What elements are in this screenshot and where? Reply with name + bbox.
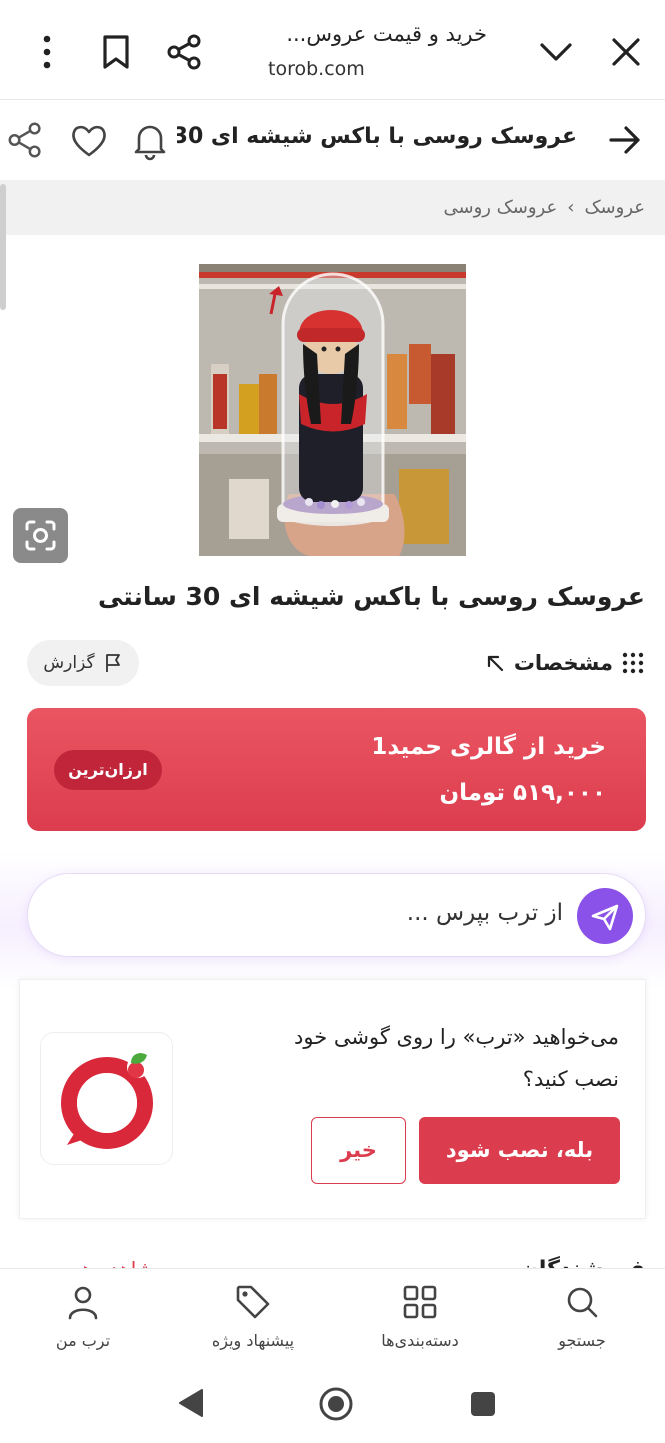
breadcrumb: عروسک › عروسک روسی <box>0 180 665 235</box>
share-icon[interactable] <box>5 119 47 161</box>
chevron-down-icon[interactable] <box>534 30 578 74</box>
breadcrumb-item[interactable]: عروسک <box>584 197 645 218</box>
recents-square-icon[interactable] <box>469 1390 497 1418</box>
nav-label: ترب من <box>55 1331 111 1350</box>
camera-scan-icon <box>22 517 59 554</box>
breadcrumb-item[interactable]: عروسک روسی <box>443 197 557 218</box>
specs-grid-icon <box>621 651 645 675</box>
flag-icon <box>103 653 123 673</box>
more-vertical-icon[interactable] <box>25 30 69 74</box>
system-navigation-bar <box>0 1370 665 1443</box>
install-no-button[interactable]: خیر <box>311 1117 406 1184</box>
share-icon[interactable] <box>163 30 207 74</box>
cheapest-badge: ارزان‌ترین <box>54 750 162 790</box>
image-search-button[interactable] <box>13 508 68 563</box>
scroll-indicator[interactable] <box>0 184 6 310</box>
search-icon <box>563 1283 601 1321</box>
nav-label: جستجو <box>558 1331 606 1350</box>
specs-label: مشخصات <box>513 651 613 675</box>
user-icon <box>64 1283 102 1321</box>
nav-special-offers[interactable]: پیشنهاد ویژه <box>170 1269 336 1369</box>
ask-torob-input[interactable]: از ترب بپرس ... <box>27 873 646 957</box>
send-icon <box>590 902 620 932</box>
specs-link[interactable]: مشخصات <box>484 648 645 678</box>
send-button[interactable] <box>577 888 633 944</box>
buy-offer-card[interactable]: خرید از گالری حمید1 ۵۱۹,۰۰۰ تومان ارزان‌… <box>27 708 646 831</box>
tag-icon <box>234 1283 272 1321</box>
install-prompt-line: نصب کنید؟ <box>522 1067 619 1091</box>
arrow-right-icon[interactable] <box>605 120 645 160</box>
offer-price: ۵۱۹,۰۰۰ تومان <box>439 780 606 806</box>
ask-placeholder: از ترب بپرس ... <box>406 900 563 926</box>
report-button[interactable]: گزارش <box>27 640 139 686</box>
nav-label: پیشنهاد ویژه <box>211 1331 295 1350</box>
heart-icon[interactable] <box>67 119 111 163</box>
torob-logo <box>40 1032 173 1165</box>
grid-icon <box>401 1283 439 1321</box>
install-app-card: می‌خواهید «ترب» را روی گوشی خود نصب کنید… <box>19 979 646 1219</box>
install-prompt-line: می‌خواهید «ترب» را روی گوشی خود <box>294 1025 619 1049</box>
browser-url[interactable]: torob.com <box>268 58 365 80</box>
nav-label: دسته‌بندی‌ها <box>381 1331 459 1350</box>
sellers-section-peek: فروشندگان مشاهده همه <box>0 1240 665 1270</box>
bookmark-icon[interactable] <box>94 30 138 74</box>
nav-search[interactable]: جستجو <box>499 1269 665 1369</box>
bell-icon[interactable] <box>128 119 172 163</box>
header-title: عروسک روسی با باکس شیشه ای 30... <box>177 124 577 149</box>
report-label: گزارش <box>43 653 95 673</box>
nav-categories[interactable]: دسته‌بندی‌ها <box>337 1269 503 1369</box>
browser-toolbar: خرید و قیمت عروس... torob.com <box>0 0 665 100</box>
nav-my-torob[interactable]: ترب من <box>0 1269 166 1369</box>
home-circle-icon[interactable] <box>318 1386 354 1422</box>
back-triangle-icon[interactable] <box>176 1387 206 1419</box>
arrow-up-left-icon <box>484 652 506 674</box>
product-image[interactable] <box>199 264 466 556</box>
bottom-navigation: جستجو دسته‌بندی‌ها پیشنهاد ویژه ترب من <box>0 1268 665 1370</box>
browser-page-title[interactable]: خرید و قیمت عروس... <box>247 22 487 46</box>
close-icon[interactable] <box>604 30 648 74</box>
breadcrumb-separator: › <box>567 197 575 218</box>
store-name: خرید از گالری حمید1 <box>371 734 606 760</box>
install-yes-button[interactable]: بله، نصب شود <box>419 1117 620 1184</box>
install-prompt-text: می‌خواهید «ترب» را روی گوشی خود نصب کنید… <box>239 1016 619 1100</box>
product-title: عروسک روسی با باکس شیشه ای 30 سانتی <box>97 582 645 611</box>
